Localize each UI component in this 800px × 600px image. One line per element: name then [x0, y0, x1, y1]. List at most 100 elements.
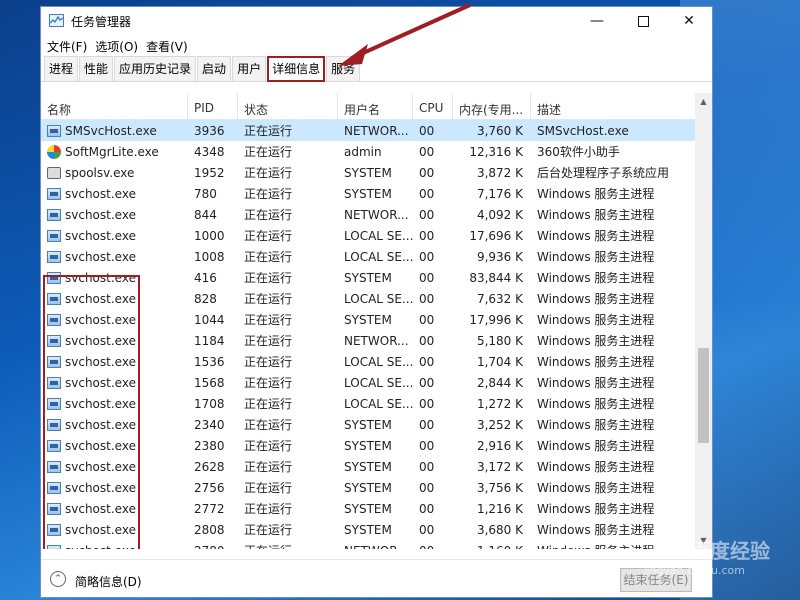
process-name: svchost.exe: [65, 459, 136, 474]
cell-cpu: 00: [419, 396, 435, 411]
sort-ascending-icon: ⌃: [111, 93, 119, 100]
service-icon: [47, 418, 61, 431]
menu-view[interactable]: 查看(V): [146, 38, 188, 55]
table-row[interactable]: svchost.exe 2772 正在运行 SYSTEM 00 1,216 K Window…: [41, 498, 712, 519]
minimize-button[interactable]: —: [574, 7, 620, 35]
table-row[interactable]: svchost.exe 1184 正在运行 NETWOR... 00 5,180 K Win…: [41, 330, 712, 351]
tab-1[interactable]: 性能: [79, 56, 114, 81]
cell-status: 正在运行: [244, 229, 293, 243]
table-row[interactable]: svchost.exe 416 正在运行 SYSTEM 00 83,844 K Window…: [41, 267, 712, 288]
process-name: svchost.exe: [65, 396, 136, 411]
table-row[interactable]: SMSvcHost.exe 3936 正在运行 NETWOR... 00 3,760 K S…: [41, 120, 712, 141]
cell-name: svchost.exe: [41, 229, 188, 243]
column-header-pid[interactable]: PID: [188, 93, 238, 119]
column-header-user[interactable]: 用户名: [338, 93, 413, 119]
cell-user: LOCAL SE...: [344, 375, 413, 390]
service-icon: [47, 271, 61, 284]
cell-pid: 1184: [194, 333, 225, 348]
table-row[interactable]: svchost.exe 1000 正在运行 LOCAL SE... 00 17,696 K…: [41, 225, 712, 246]
menu-file[interactable]: 文件(F): [47, 38, 87, 55]
cell-mem: 1,216 K: [476, 501, 523, 516]
process-name: svchost.exe: [65, 228, 136, 243]
cell-user: SYSTEM: [344, 438, 392, 453]
cell-name: SoftMgrLite.exe: [41, 144, 188, 159]
cell-pid: 1044: [194, 312, 225, 327]
cell-cpu: 00: [419, 186, 435, 201]
cell-mem: 7,632 K: [476, 291, 523, 306]
cell-pid: 2756: [194, 480, 225, 495]
cell-cpu: 00: [419, 165, 435, 180]
vertical-scrollbar[interactable]: ▲ ▼: [695, 93, 712, 549]
column-header-memory[interactable]: 内存(专用...: [453, 93, 531, 119]
column-header-status[interactable]: 状态: [238, 93, 338, 119]
table-row[interactable]: svchost.exe 2808 正在运行 SYSTEM 00 3,680 K Window…: [41, 519, 712, 540]
cell-desc: Windows 服务主进程: [537, 460, 655, 474]
cell-pid: 1000: [194, 228, 225, 243]
cell-pid: 2380: [194, 438, 225, 453]
tab-3[interactable]: 启动: [197, 56, 232, 81]
cell-user: LOCAL SE...: [344, 396, 413, 411]
table-row[interactable]: svchost.exe 2380 正在运行 SYSTEM 00 2,916 K Window…: [41, 435, 712, 456]
tab-0[interactable]: 进程: [44, 56, 79, 81]
table-row[interactable]: svchost.exe 1044 正在运行 SYSTEM 00 17,996 K Windo…: [41, 309, 712, 330]
process-name: spoolsv.exe: [65, 165, 135, 180]
maximize-button[interactable]: [620, 7, 666, 35]
column-header-cpu[interactable]: CPU: [413, 93, 453, 119]
cell-cpu: 00: [419, 417, 435, 432]
title-bar: 任务管理器 — ✕: [41, 7, 712, 35]
cell-desc: Windows 服务主进程: [537, 292, 655, 306]
table-row[interactable]: svchost.exe 780 正在运行 SYSTEM 00 7,176 K Windows…: [41, 183, 712, 204]
cell-mem: 9,936 K: [476, 249, 523, 264]
cell-pid: 844: [194, 207, 217, 222]
tab-4[interactable]: 用户: [232, 56, 267, 81]
cell-name: spoolsv.exe: [41, 166, 188, 180]
cell-name: svchost.exe: [41, 313, 188, 327]
cell-pid: 4348: [194, 144, 225, 159]
table-row[interactable]: SoftMgrLite.exe 4348 正在运行 admin 00 12,316 K 36…: [41, 141, 712, 162]
table-row[interactable]: svchost.exe 1708 正在运行 LOCAL SE... 00 1,272 K W…: [41, 393, 712, 414]
tab-bar: 进程 性能 应用历史记录 启动 用户 详细信息 服务: [41, 56, 712, 82]
service-icon: [47, 313, 61, 326]
cell-desc: Windows 服务主进程: [537, 481, 655, 495]
chevron-up-icon[interactable]: ⌃: [50, 571, 66, 587]
cell-name: svchost.exe: [41, 334, 188, 348]
table-row[interactable]: svchost.exe 1008 正在运行 LOCAL SE... 00 9,936 K W…: [41, 246, 712, 267]
cell-name: svchost.exe: [41, 481, 188, 495]
cell-pid: 1536: [194, 354, 225, 369]
footer-bar: ⌃ 简略信息(D) 结束任务(E): [41, 559, 712, 597]
tab-5[interactable]: 详细信息: [267, 56, 326, 82]
cell-user: NETWOR...: [344, 333, 409, 348]
tab-6[interactable]: 服务: [326, 56, 361, 81]
cell-desc: Windows 服务主进程: [537, 376, 655, 390]
cell-user: NETWOR...: [338, 544, 413, 550]
cell-name: svchost.exe: [41, 418, 188, 432]
tab-2[interactable]: 应用历史记录: [114, 56, 197, 81]
cell-cpu: 00: [419, 312, 435, 327]
scroll-up-arrow-icon[interactable]: ▲: [695, 93, 712, 110]
cell-name: svchost.exe: [41, 502, 188, 516]
fewer-details-link[interactable]: 简略信息(D): [75, 573, 142, 590]
menu-options[interactable]: 选项(O): [95, 38, 138, 55]
table-row[interactable]: svchost.exe 2756 正在运行 SYSTEM 00 3,756 K Window…: [41, 477, 712, 498]
cell-mem: 1,704 K: [476, 354, 523, 369]
table-row[interactable]: svchost.exe 828 正在运行 LOCAL SE... 00 7,632 K Wi…: [41, 288, 712, 309]
table-row[interactable]: svchost.exe 1568 正在运行 LOCAL SE... 00 2,844 K W…: [41, 372, 712, 393]
table-row[interactable]: svchost.exe 1536 正在运行 LOCAL SE... 00 1,704 K W…: [41, 351, 712, 372]
cell-status: 正在运行: [244, 145, 293, 159]
table-row[interactable]: svchost.exe 844 正在运行 NETWOR... 00 4,092 K Wind…: [41, 204, 712, 225]
cell-status: 正在运行: [244, 313, 293, 327]
table-header: ⌃ 名称 PID 状态 用户名 CPU 内存(专用... 描述: [41, 93, 712, 120]
table-row[interactable]: svchost.exe 2340 正在运行 SYSTEM 00 3,252 K Window…: [41, 414, 712, 435]
scrollbar-thumb[interactable]: [698, 348, 709, 443]
minimize-icon: —: [590, 13, 604, 29]
cell-status: 正在运行: [244, 439, 293, 453]
process-name: svchost.exe: [65, 333, 136, 348]
close-button[interactable]: ✕: [666, 7, 712, 35]
column-header-description[interactable]: 描述: [531, 93, 693, 119]
service-icon: [47, 250, 61, 263]
cell-user: SYSTEM: [344, 522, 392, 537]
table-row[interactable]: spoolsv.exe 1952 正在运行 SYSTEM 00 3,872 K 后台处理程序…: [41, 162, 712, 183]
cell-status: 正在运行: [244, 376, 293, 390]
table-row[interactable]: svchost.exe2780正在运行NETWOR...001,160 KWin…: [41, 540, 712, 549]
table-row[interactable]: svchost.exe 2628 正在运行 SYSTEM 00 3,172 K Window…: [41, 456, 712, 477]
